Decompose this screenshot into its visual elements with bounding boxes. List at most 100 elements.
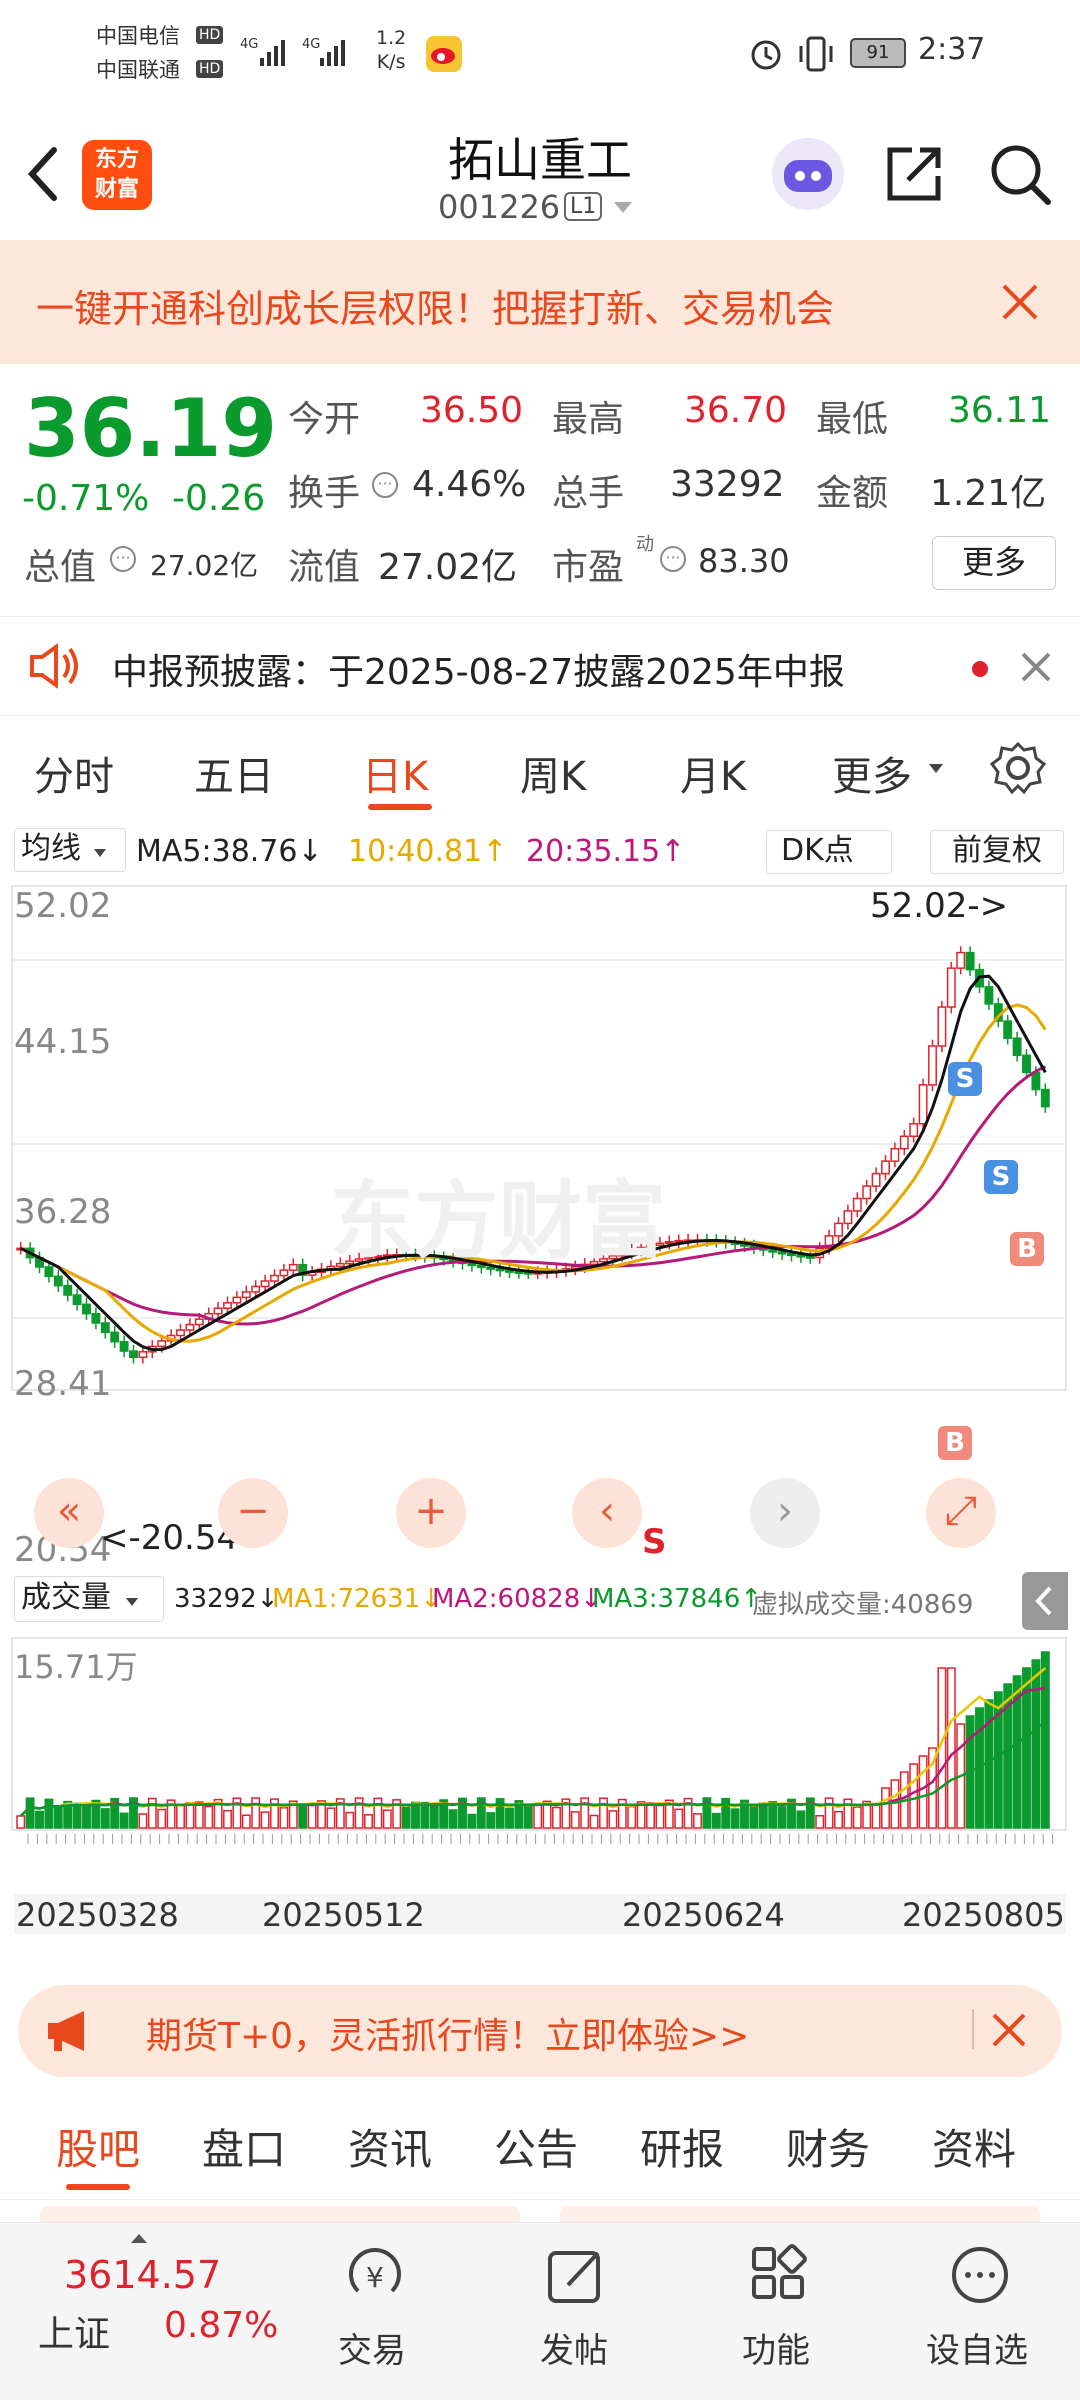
- tab-daily-k[interactable]: 日K: [362, 744, 428, 802]
- futures-ad[interactable]: 期货T+0，灵活抓行情！立即体验>>: [18, 1985, 1062, 2077]
- grid-icon[interactable]: [748, 2243, 808, 2307]
- tab-intraday[interactable]: 分时: [34, 744, 114, 802]
- index-value[interactable]: 3614.57: [64, 2253, 221, 2297]
- candle-body: [72, 1294, 82, 1306]
- kline-chart-area[interactable]: 均线 MA5:38.76↓ 10:40.81↑ 20:35.15↑ DK点 前复…: [0, 824, 1080, 1964]
- volume-bar: [1040, 1651, 1050, 1829]
- func-label[interactable]: 功能: [742, 2323, 810, 2372]
- volume-bar: [82, 1804, 91, 1829]
- info-icon[interactable]: ···: [372, 472, 398, 498]
- volume-bar: [35, 1810, 44, 1829]
- candle-body: [984, 986, 994, 1005]
- candle-body: [918, 1084, 928, 1125]
- battery-icon: 91: [850, 38, 906, 68]
- caret-down-icon: [928, 760, 944, 779]
- chevron-down-icon[interactable]: [612, 200, 634, 220]
- tab-more[interactable]: 更多: [832, 744, 912, 802]
- ma5-value: MA5:38.76: [136, 834, 298, 869]
- fq-toggle[interactable]: 前复权: [930, 830, 1064, 874]
- tab-profile[interactable]: 资料: [932, 2116, 1016, 2177]
- candle-body: [1040, 1088, 1050, 1108]
- pe-value: 83.30: [698, 542, 790, 580]
- stock-code: 001226: [438, 188, 561, 226]
- vol-selector[interactable]: 成交量: [14, 1576, 164, 1622]
- rewind-button[interactable]: «: [34, 1478, 104, 1548]
- close-icon[interactable]: [1000, 282, 1040, 326]
- volume-bar: [852, 1806, 862, 1829]
- info-icon[interactable]: ···: [110, 546, 136, 572]
- mktcap-value: 27.02亿: [150, 549, 259, 582]
- close-icon[interactable]: [990, 2011, 1028, 2053]
- zoom-in-button[interactable]: +: [396, 1478, 466, 1548]
- share-icon[interactable]: [882, 142, 946, 210]
- prev-button[interactable]: ‹: [572, 1478, 642, 1548]
- volume-bar: [429, 1805, 439, 1829]
- tab-monthly-k[interactable]: 月K: [680, 744, 746, 802]
- y-label-max: 52.02: [14, 886, 112, 926]
- fullscreen-icon[interactable]: ⤢: [926, 1478, 996, 1548]
- tab-news[interactable]: 资讯: [348, 2116, 432, 2177]
- close-icon[interactable]: [1020, 651, 1052, 687]
- ma20-readout: 20:35.15↑: [526, 834, 686, 869]
- candle-body: [899, 1135, 909, 1150]
- gear-icon[interactable]: [989, 740, 1047, 800]
- candle-body: [881, 1160, 890, 1175]
- buy-signal-badge[interactable]: B: [1010, 1232, 1044, 1266]
- search-icon[interactable]: [988, 142, 1054, 212]
- hd-badge-2: HD: [196, 60, 224, 78]
- tab-finance[interactable]: 财务: [786, 2116, 870, 2177]
- next-button[interactable]: ›: [750, 1478, 820, 1548]
- promo-banner[interactable]: 一键开通科创成长层权限！把握打新、交易机会: [0, 240, 1080, 364]
- net-speed-unit: K/s: [376, 51, 406, 73]
- open-value: 36.50: [420, 390, 524, 431]
- ai-robot-icon[interactable]: [770, 136, 846, 216]
- back-button[interactable]: [22, 144, 62, 208]
- zoom-out-button[interactable]: −: [218, 1478, 288, 1548]
- dk-point-toggle[interactable]: DK点: [766, 830, 892, 874]
- tab-announcements[interactable]: 公告: [494, 2116, 578, 2177]
- volume-bar: [608, 1810, 618, 1829]
- tab-five-day[interactable]: 五日: [194, 744, 274, 802]
- buy-signal-badge[interactable]: B: [938, 1426, 972, 1460]
- vol-ma3-value: MA3:37846: [592, 1584, 741, 1614]
- add-watchlist-icon[interactable]: [948, 2243, 1012, 2311]
- date-label: 20250328: [16, 1896, 179, 1934]
- candle-body: [100, 1322, 110, 1334]
- volume-bar: [552, 1806, 561, 1829]
- high-value: 36.70: [684, 390, 788, 431]
- tab-research[interactable]: 研报: [640, 2116, 724, 2177]
- more-button[interactable]: 更多: [932, 536, 1056, 590]
- candle-body: [232, 1296, 242, 1304]
- sell-signal-badge[interactable]: S: [984, 1160, 1018, 1194]
- sell-signal-badge[interactable]: S: [948, 1062, 982, 1096]
- eastmoney-logo: 东方 财富: [82, 140, 152, 210]
- vol-value: 33292: [174, 1584, 257, 1614]
- candle-body: [241, 1291, 251, 1299]
- hd-badge-1: HD: [196, 26, 224, 44]
- vol-ma2-value: MA2:60828: [432, 1584, 581, 1614]
- tab-pankou[interactable]: 盘口: [202, 2116, 286, 2177]
- tab-guba[interactable]: 股吧: [56, 2116, 140, 2177]
- level-badge[interactable]: L1: [564, 192, 603, 221]
- candle-body: [63, 1284, 73, 1296]
- trade-label[interactable]: 交易: [338, 2323, 406, 2372]
- post-icon[interactable]: [544, 2243, 608, 2311]
- volume-bar: [364, 1814, 373, 1829]
- ma20-value: 20:35.15: [526, 834, 661, 869]
- info-icon[interactable]: ···: [660, 546, 686, 572]
- vol-ma1-value: MA1:72631: [272, 1584, 421, 1614]
- watch-label[interactable]: 设自选: [926, 2323, 1028, 2372]
- ma-selector[interactable]: 均线: [14, 828, 126, 872]
- tab-weekly-k[interactable]: 周K: [520, 744, 586, 802]
- candle-body: [138, 1351, 148, 1359]
- caret-up-icon[interactable]: [130, 2229, 148, 2248]
- volume-bar: [599, 1797, 608, 1829]
- notice-bar[interactable]: 中报预披露：于2025-08-27披露2025年中报: [0, 616, 1080, 716]
- y-label-3: 36.28: [14, 1192, 112, 1232]
- volume-bar: [476, 1797, 486, 1829]
- trade-icon[interactable]: ¥: [340, 2247, 410, 2311]
- high-label: 最高: [552, 399, 625, 440]
- collapse-panel-button[interactable]: [1022, 1572, 1068, 1630]
- period-tabs: 分时 五日 日K 周K 月K 更多: [0, 716, 1080, 824]
- post-label[interactable]: 发帖: [540, 2323, 608, 2372]
